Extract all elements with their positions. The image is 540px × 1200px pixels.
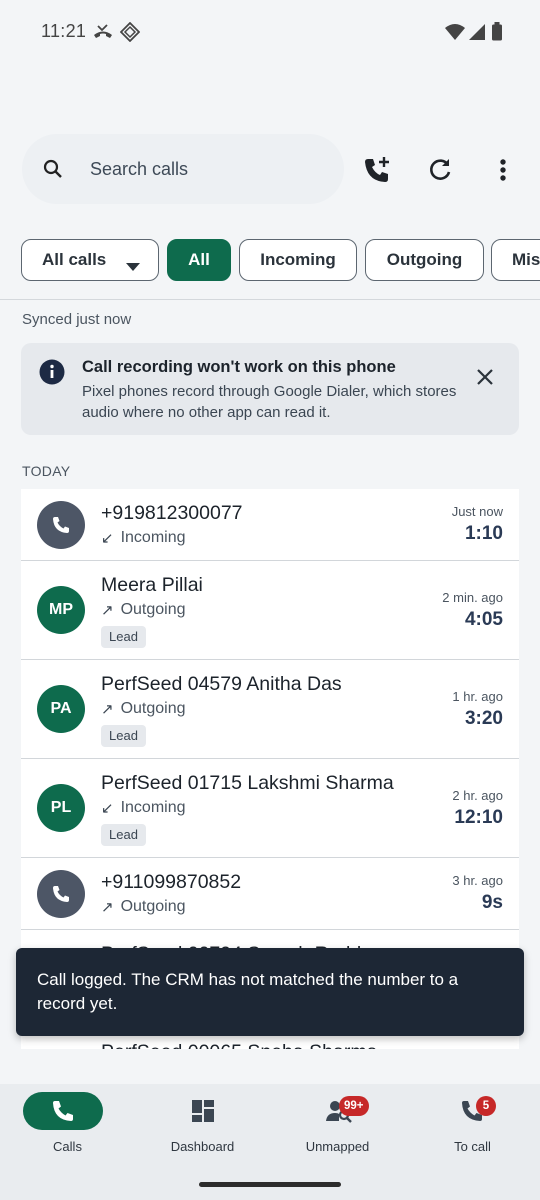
phone-icon [53,517,69,533]
chip-outgoing[interactable]: Outgoing [365,239,484,281]
banner-title: Call recording won't work on this phone [82,358,396,376]
chip-all[interactable]: All [167,239,231,281]
more-options-button[interactable] [483,150,523,190]
call-duration: 3:20 [464,708,503,729]
nav-label: Unmapped [305,1139,370,1154]
call-direction-label: Outgoing [120,601,186,618]
call-direction-label: Incoming [120,799,186,816]
call-time: Just now [451,504,503,519]
lead-tag: Lead [101,725,146,747]
search-input[interactable]: Search calls [90,159,188,180]
status-time: 11:21 [41,21,87,41]
filter-chip-row: All calls All Incoming Outgoing Mis [0,239,540,281]
nav-item-unmapped[interactable]: 99+ Unmapped [270,1084,405,1164]
home-indicator[interactable] [199,1182,341,1187]
avatar [37,870,85,918]
incoming-arrow-icon: ↙ [101,530,114,547]
nav-item-to-call[interactable]: 5 To call [405,1084,540,1164]
incoming-arrow-icon: ↙ [101,800,114,817]
call-name: +919812300077 [101,502,243,524]
call-duration: 1:10 [464,523,503,544]
call-time: 1 hr. ago [452,689,503,704]
signal-icon [468,22,486,47]
banner-close-button[interactable] [473,365,497,389]
avatar [37,501,85,549]
avatar: PA [37,685,85,733]
call-name: +911099870852 [101,871,242,893]
wifi-icon [444,22,466,47]
to-call-count-badge: 5 [476,1096,496,1116]
call-duration: 12:10 [454,807,503,828]
nav-to-call-pill [432,1092,512,1130]
call-time: 3 hr. ago [452,873,503,888]
sync-status: Synced just now [22,311,132,328]
call-direction-label: Outgoing [120,700,186,717]
outgoing-arrow-icon: ↗ [101,602,114,619]
avatar: PL [37,784,85,832]
nav-label: Dashboard [170,1139,235,1154]
call-direction: ↙ Incoming [101,529,186,547]
battery-icon [491,22,503,47]
nav-label: To call [454,1139,491,1154]
call-duration: 9s [481,892,503,913]
lead-tag: Lead [101,626,146,648]
call-row[interactable]: MP Meera Pillai ↗ Outgoing Lead 2 min. a… [21,561,519,660]
more-vert-icon [500,159,506,181]
missed-call-status-icon [92,22,114,47]
call-name: PerfSeed 00065 Sneha Sharma [101,1041,377,1049]
phone-add-icon [365,157,389,182]
lead-tag: Lead [101,824,146,846]
call-type-dropdown[interactable]: All calls [21,239,159,281]
search-icon [42,158,64,185]
chip-incoming[interactable]: Incoming [239,239,357,281]
chevron-down-icon [126,256,140,276]
call-name: PerfSeed 04579 Anitha Das [101,673,342,695]
call-direction: ↗ Outgoing [101,601,186,619]
call-direction-label: Outgoing [120,898,186,915]
call-name: PerfSeed 01715 Lakshmi Sharma [101,772,394,794]
call-type-dropdown-label: All calls [42,250,107,269]
outgoing-arrow-icon: ↗ [101,899,114,916]
call-name: Meera Pillai [101,574,203,596]
info-icon [39,359,65,390]
nav-calls-pill [23,1092,103,1130]
snackbar: Call logged. The CRM has not matched the… [16,948,524,1036]
call-direction: ↗ Outgoing [101,700,186,718]
call-direction: ↗ Outgoing [101,898,186,916]
unmapped-count-badge: 99+ [339,1096,369,1116]
search-bar[interactable]: Search calls [22,134,344,204]
banner-body: Pixel phones record through Google Diale… [82,383,457,421]
call-time: 2 min. ago [442,590,503,605]
call-row[interactable]: +911099870852 ↗ Outgoing 3 hr. ago 9s [21,858,519,930]
dashboard-icon [192,1100,214,1122]
refresh-icon [430,159,451,180]
call-duration: 4:05 [464,609,503,630]
recording-warning-banner: Call recording won't work on this phone … [21,343,519,435]
call-direction: ↙ Incoming [101,799,186,817]
call-row[interactable]: +919812300077 ↙ Incoming Just now 1:10 [21,489,519,561]
app-status-icon [119,21,141,47]
nav-item-calls[interactable]: Calls [0,1084,135,1164]
call-direction-label: Incoming [120,529,186,546]
nav-dashboard-pill [163,1092,243,1130]
section-label: TODAY [22,463,71,479]
close-icon [477,369,493,385]
avatar: MP [37,586,85,634]
add-call-button[interactable] [357,150,397,190]
refresh-button[interactable] [420,150,460,190]
call-time: 2 hr. ago [452,788,503,803]
nav-label: Calls [53,1139,82,1154]
divider [0,299,540,300]
outgoing-arrow-icon: ↗ [101,701,114,718]
snackbar-message: Call logged. The CRM has not matched the… [37,970,459,1013]
status-bar: 11:21 [0,0,540,64]
nav-item-dashboard[interactable]: Dashboard [135,1084,270,1164]
call-row[interactable]: PA PerfSeed 04579 Anitha Das ↗ Outgoing … [21,660,519,759]
chip-missed[interactable]: Mis [491,239,540,281]
phone-icon [53,886,69,902]
phone-icon [53,1101,73,1121]
call-row[interactable]: PL PerfSeed 01715 Lakshmi Sharma ↙ Incom… [21,759,519,858]
